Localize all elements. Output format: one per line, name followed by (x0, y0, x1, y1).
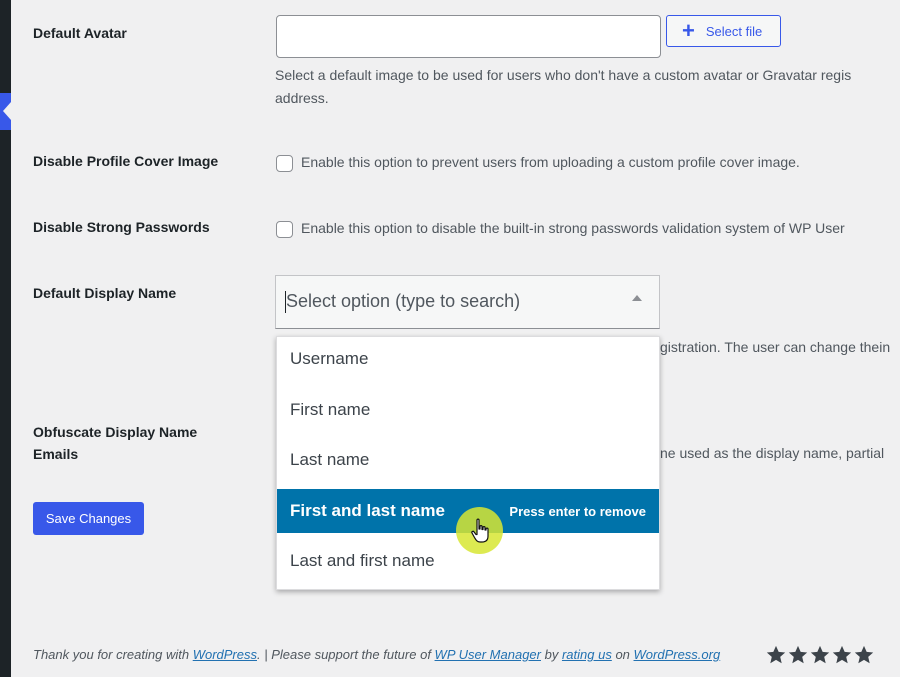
option-label: Last name (290, 450, 370, 469)
footer-link-wp-user-manager[interactable]: WP User Manager (435, 647, 541, 662)
star-icon[interactable] (787, 644, 809, 666)
obfuscate-label-line2: Emails (33, 446, 79, 462)
disable-strong-passwords-label: Disable Strong Passwords (33, 219, 210, 235)
chevron-up-icon[interactable] (632, 295, 642, 301)
text-caret (285, 291, 286, 313)
display-name-dropdown: Username First name Last name First and … (276, 336, 660, 590)
option-last-name[interactable]: Last name (277, 438, 659, 482)
remove-hint: Press enter to remove (509, 503, 646, 519)
default-display-name-label: Default Display Name (33, 285, 177, 301)
display-name-select[interactable]: Select option (type to search) (275, 275, 660, 329)
default-display-name-description: gistration. The user can change thein (660, 339, 891, 355)
option-label: First and last name (290, 501, 445, 520)
disable-cover-description: Enable this option to prevent users from… (301, 154, 800, 170)
plus-icon: + (682, 18, 695, 43)
footer-text-part: on (611, 647, 634, 662)
footer-text: Thank you for creating with WordPress. |… (33, 645, 720, 665)
option-label: First name (290, 400, 371, 419)
footer-link-wordpress[interactable]: WordPress (193, 647, 257, 662)
disable-cover-label: Disable Profile Cover Image (33, 153, 219, 169)
option-username[interactable]: Username (277, 337, 659, 381)
default-avatar-description: Select a default image to be used for us… (275, 67, 852, 83)
obfuscate-description: ne used as the display name, partial (660, 445, 885, 461)
footer-link-rating-us[interactable]: rating us (562, 647, 612, 662)
star-icon[interactable] (831, 644, 853, 666)
rating-stars[interactable] (765, 644, 875, 666)
hand-cursor-icon (471, 518, 489, 543)
default-avatar-input[interactable] (276, 15, 661, 58)
option-label: Username (290, 349, 369, 368)
disable-cover-checkbox[interactable] (276, 155, 293, 172)
option-first-name[interactable]: First name (277, 388, 659, 432)
select-file-label: Select file (705, 23, 763, 39)
footer-text-part: Thank you for creating with (33, 647, 193, 662)
disable-strong-passwords-description: Enable this option to disable the built-… (301, 220, 845, 236)
default-avatar-description-line2: address. (275, 90, 329, 106)
select-search-input[interactable]: Select option (type to search) (286, 291, 520, 312)
footer-text-part: . | Please support the future of (257, 647, 435, 662)
admin-menu-edge (0, 0, 11, 677)
star-icon[interactable] (853, 644, 875, 666)
default-avatar-label: Default Avatar (33, 25, 127, 41)
footer-text-part: by (540, 647, 562, 662)
save-changes-button[interactable]: Save Changes (33, 502, 144, 535)
active-menu-notch-icon (3, 102, 11, 120)
disable-strong-passwords-checkbox[interactable] (276, 221, 293, 238)
footer-link-wordpress-org[interactable]: WordPress.org (634, 647, 721, 662)
obfuscate-label: Obfuscate Display Name (33, 424, 198, 440)
star-icon[interactable] (765, 644, 787, 666)
select-file-button[interactable]: + Select file (666, 15, 781, 47)
star-icon[interactable] (809, 644, 831, 666)
option-label: Last and first name (290, 551, 435, 570)
